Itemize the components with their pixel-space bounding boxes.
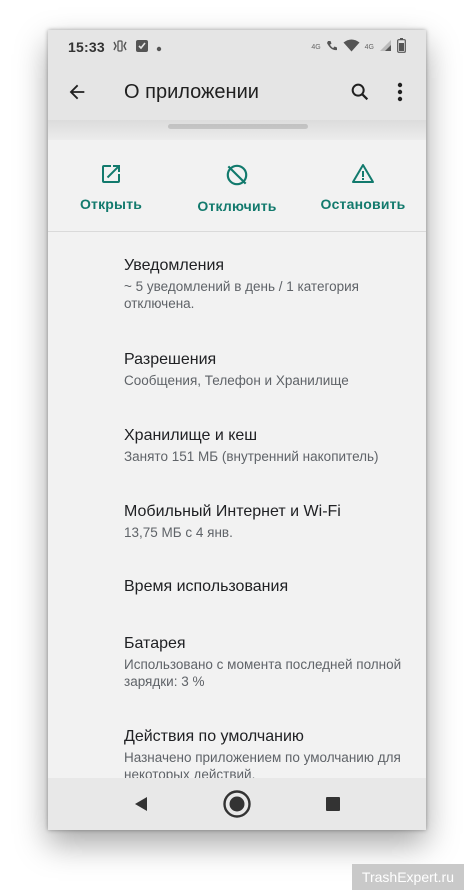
item-title: Мобильный Интернет и Wi-Fi	[124, 503, 341, 520]
status-bar: 15:33 4G 4G	[48, 30, 426, 64]
navigation-bar	[48, 778, 426, 830]
vibrate-icon	[112, 39, 128, 55]
disable-icon	[226, 164, 248, 186]
open-in-new-icon	[102, 165, 120, 183]
list-item-default-actions[interactable]: Действия по умолчанию Назначено приложен…	[124, 727, 420, 783]
collapsed-header-remnant	[48, 120, 426, 140]
list-item-storage[interactable]: Хранилище и кеш Занято 151 МБ (внутренни…	[124, 426, 420, 465]
more-vert-icon	[397, 82, 403, 102]
app-bar: О приложении	[48, 64, 426, 120]
item-title: Действия по умолчанию	[124, 728, 304, 745]
signal-icon	[379, 39, 392, 55]
app-action-row: Открыть Отключить Остановить	[48, 150, 426, 232]
item-subtitle: 13,75 МБ с 4 янв.	[124, 525, 233, 540]
call-icon	[326, 39, 338, 55]
nav-home-button[interactable]	[219, 786, 255, 822]
battery-icon	[397, 38, 406, 56]
dot-icon	[156, 39, 162, 55]
app-notification-icon	[135, 39, 149, 56]
back-button[interactable]	[48, 64, 106, 120]
list-item-battery[interactable]: Батарея Использовано с момента последней…	[124, 634, 420, 690]
network-type-right: 4G	[364, 43, 374, 51]
item-title: Батарея	[124, 635, 186, 652]
search-button[interactable]	[340, 64, 380, 120]
item-subtitle: Занято 151 МБ (внутренний накопитель)	[124, 449, 379, 464]
more-options-button[interactable]	[380, 64, 420, 120]
blurred-text	[168, 124, 308, 129]
nav-recents-button[interactable]	[315, 786, 351, 822]
phone-screen: 15:33 4G 4G О приложении Открыть Отключи…	[48, 30, 426, 830]
arrow-back-icon	[69, 84, 85, 100]
square-recents-icon	[326, 797, 340, 811]
list-item-notifications[interactable]: Уведомления ~ 5 уведомлений в день / 1 к…	[124, 256, 420, 312]
open-app-button[interactable]: Открыть	[48, 150, 174, 231]
force-stop-label: Остановить	[320, 196, 406, 212]
search-icon	[351, 83, 369, 101]
wifi-icon	[343, 39, 360, 55]
disable-app-button[interactable]: Отключить	[174, 150, 300, 231]
item-subtitle: ~ 5 уведомлений в день / 1 категория отк…	[124, 279, 359, 311]
disable-app-label: Отключить	[197, 198, 277, 214]
item-subtitle: Сообщения, Телефон и Хранилище	[124, 373, 349, 388]
item-subtitle: Использовано с момента последней полной …	[124, 657, 402, 689]
list-item-data-usage[interactable]: Мобильный Интернет и Wi-Fi 13,75 МБ с 4 …	[124, 502, 420, 541]
open-app-label: Открыть	[79, 196, 143, 212]
item-title: Хранилище и кеш	[124, 427, 258, 444]
force-stop-button[interactable]: Остановить	[300, 150, 426, 231]
triangle-back-icon	[135, 797, 147, 811]
network-type-left: 4G	[311, 43, 321, 51]
list-item-permissions[interactable]: Разрешения Сообщения, Телефон и Хранилищ…	[124, 350, 420, 389]
watermark: TrashExpert.ru	[351, 864, 464, 890]
home-circle-icon	[223, 790, 251, 818]
item-title: Разрешения	[124, 351, 217, 368]
page-title: О приложении	[124, 80, 259, 103]
status-time: 15:33	[68, 39, 105, 55]
item-title: Уведомления	[124, 257, 225, 274]
nav-back-button[interactable]	[123, 786, 159, 822]
warning-icon	[352, 164, 374, 183]
item-title: Время использования	[124, 578, 289, 595]
list-item-screen-time[interactable]: Время использования	[124, 577, 420, 597]
